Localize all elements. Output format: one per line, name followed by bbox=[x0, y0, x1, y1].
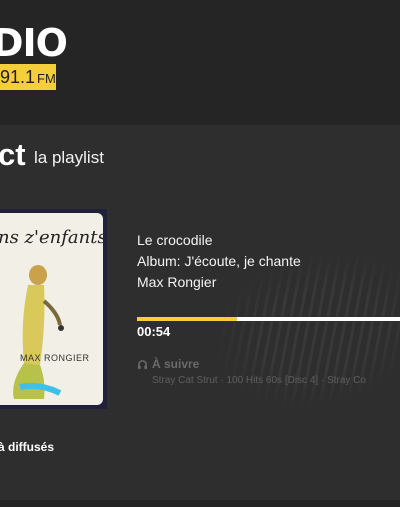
progress-fill bbox=[137, 317, 237, 321]
album-cover: ns z'enfants MAX RONGIER bbox=[0, 209, 107, 409]
cover-title: ns z'enfants bbox=[0, 227, 103, 248]
up-next-label: À suivre bbox=[152, 357, 200, 371]
cover-figure-illustration bbox=[13, 265, 64, 399]
site-header: DIO 91.1 FM bbox=[0, 0, 400, 125]
up-next-header: À suivre bbox=[137, 357, 199, 371]
track-title: Le crocodile bbox=[137, 232, 213, 248]
progress-bar[interactable] bbox=[137, 317, 400, 321]
station-logo[interactable]: DIO bbox=[0, 22, 68, 64]
frequency-value: 91.1 bbox=[0, 67, 36, 87]
album-cover-art: ns z'enfants MAX RONGIER bbox=[0, 213, 103, 405]
frequency-unit: FM bbox=[37, 71, 56, 86]
track-album: Album: J'écoute, je chante bbox=[137, 253, 301, 269]
history-label[interactable]: à diffusés bbox=[0, 440, 54, 454]
headphones-icon bbox=[137, 360, 148, 370]
section-title: ct bbox=[0, 137, 26, 172]
track-artist: Max Rongier bbox=[137, 274, 217, 290]
up-next-tracks[interactable]: Stray Cat Strut · 100 Hits 60s [Disc 4] … bbox=[152, 375, 366, 386]
elapsed-time: 00:54 bbox=[137, 324, 171, 339]
frequency-badge: 91.1 FM bbox=[0, 64, 56, 90]
bottom-bar bbox=[0, 500, 400, 507]
track-info: Le crocodile Album: J'écoute, je chante … bbox=[137, 230, 301, 293]
cover-artist: MAX RONGIER bbox=[20, 353, 90, 363]
section-subtitle: la playlist bbox=[34, 148, 104, 167]
